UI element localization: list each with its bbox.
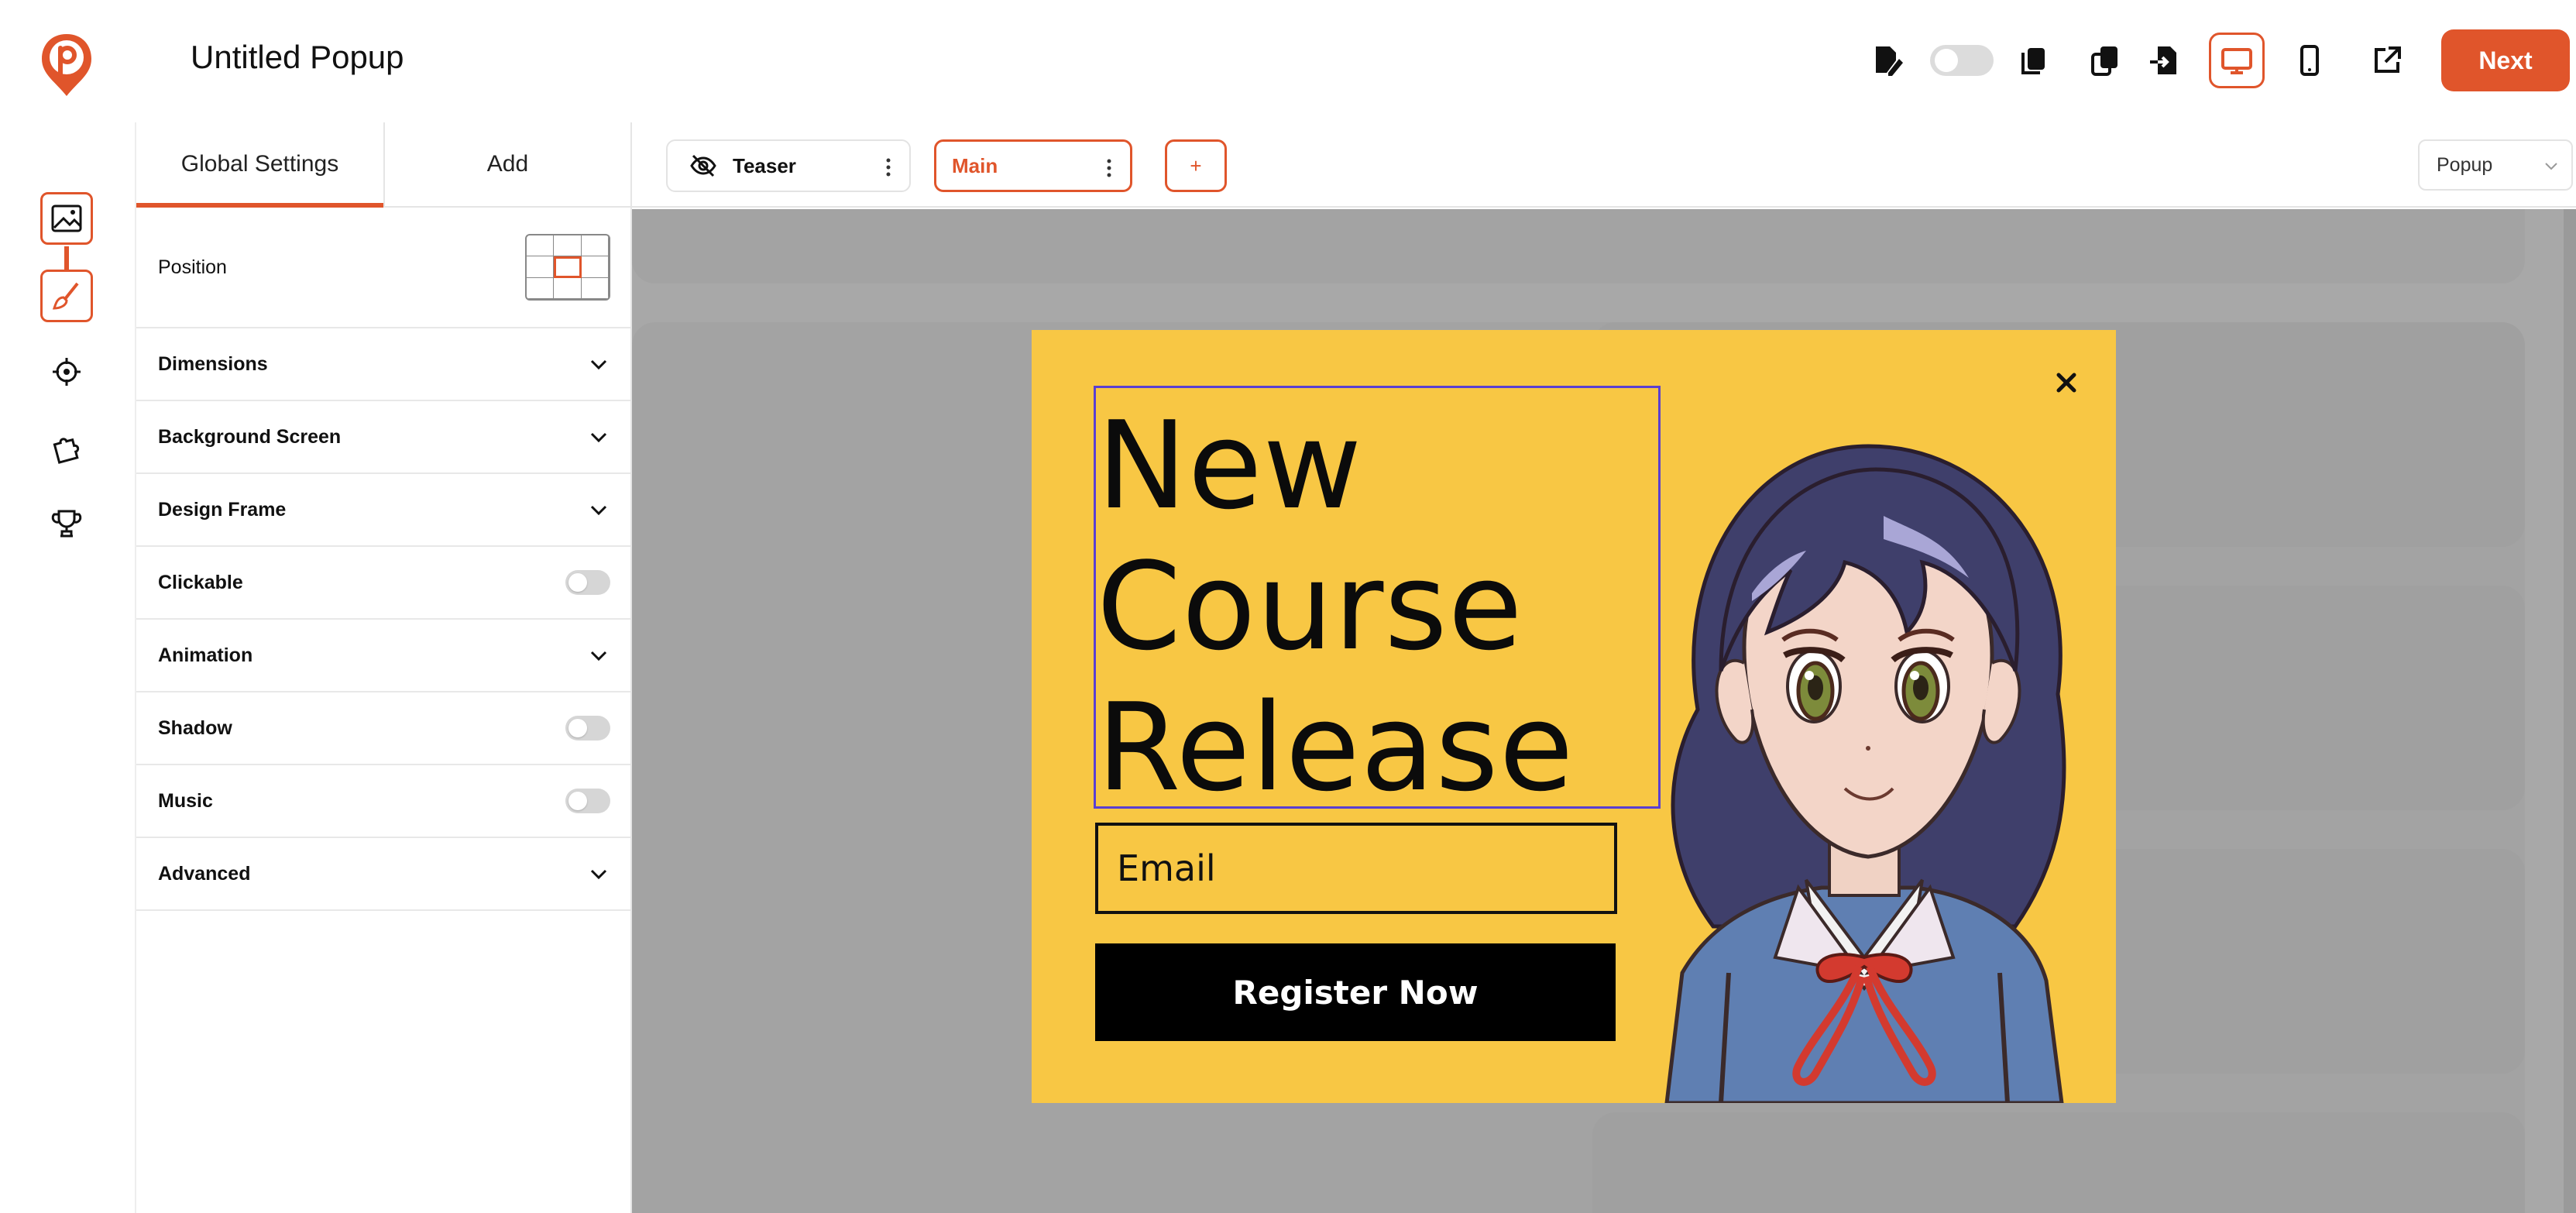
panel-tabs: Global Settings Add	[136, 122, 630, 208]
target-icon[interactable]	[40, 345, 93, 398]
duplicate-icon[interactable]	[2077, 33, 2133, 88]
chevron-down-icon	[2545, 163, 2557, 170]
shadow-switch[interactable]	[565, 716, 610, 741]
register-now-button[interactable]: Register Now	[1095, 943, 1616, 1041]
dimensions-row[interactable]: Dimensions	[136, 328, 630, 401]
step-teaser[interactable]: Teaser	[666, 139, 911, 192]
popup-title[interactable]: Untitled Popup	[191, 39, 404, 76]
animation-row[interactable]: Animation	[136, 620, 630, 692]
canvas-scrollbar[interactable]	[2564, 209, 2576, 1213]
chevron-down-icon[interactable]	[587, 862, 610, 885]
position-label: Position	[158, 256, 227, 278]
rail-connector	[64, 246, 69, 270]
more-options-icon[interactable]	[886, 158, 891, 177]
chevron-down-icon[interactable]	[587, 352, 610, 376]
anime-girl-illustration	[1664, 444, 2066, 1103]
chevron-down-icon[interactable]	[587, 425, 610, 448]
add-step-button[interactable]: +	[1165, 139, 1227, 192]
clickable-switch[interactable]	[565, 570, 610, 595]
step-bar: Teaser Main + Popup	[632, 122, 2576, 208]
shadow-row: Shadow	[136, 692, 630, 765]
email-field[interactable]: Email	[1095, 823, 1617, 914]
left-rail	[0, 122, 136, 1213]
popup-preview[interactable]: New Course Release Email Register Now	[1032, 330, 2116, 1103]
background-placeholder	[632, 209, 2525, 283]
clickable-row: Clickable	[136, 547, 630, 620]
position-row: Position	[136, 208, 630, 328]
music-switch[interactable]	[565, 789, 610, 813]
advanced-row[interactable]: Advanced	[136, 838, 630, 911]
background-placeholder	[1592, 1112, 2525, 1213]
headline-text[interactable]: New Course Release	[1097, 395, 1575, 818]
position-grid[interactable]	[525, 234, 610, 301]
step-main[interactable]: Main	[934, 139, 1132, 192]
chevron-down-icon[interactable]	[587, 498, 610, 521]
chevron-down-icon[interactable]	[587, 644, 610, 667]
copy-icon[interactable]	[2006, 33, 2062, 88]
close-icon[interactable]	[2051, 367, 2082, 398]
desktop-view-icon[interactable]	[2209, 33, 2265, 88]
background-screen-row[interactable]: Background Screen	[136, 401, 630, 474]
design-frame-row[interactable]: Design Frame	[136, 474, 630, 547]
view-type-select[interactable]: Popup	[2418, 139, 2573, 191]
eye-off-icon[interactable]	[689, 152, 717, 180]
export-icon[interactable]	[2138, 33, 2193, 88]
settings-panel: Global Settings Add Position Dimensions …	[136, 122, 632, 1213]
next-button[interactable]: Next	[2441, 29, 2570, 91]
image-icon[interactable]	[40, 192, 93, 245]
more-options-icon[interactable]	[1107, 159, 1111, 177]
top-bar: Untitled Popup Next	[0, 0, 2576, 122]
mobile-view-icon[interactable]	[2282, 33, 2337, 88]
puzzle-icon[interactable]	[40, 421, 93, 474]
music-row: Music	[136, 765, 630, 838]
brand-logo-icon[interactable]	[39, 31, 94, 101]
tab-add[interactable]: Add	[383, 122, 630, 206]
external-link-icon[interactable]	[2359, 33, 2415, 88]
preview-toggle[interactable]	[1930, 45, 1994, 76]
trophy-icon[interactable]	[40, 497, 93, 550]
tab-global-settings[interactable]: Global Settings	[136, 122, 383, 208]
edit-icon[interactable]	[1859, 33, 1915, 88]
brush-icon[interactable]	[40, 270, 93, 322]
